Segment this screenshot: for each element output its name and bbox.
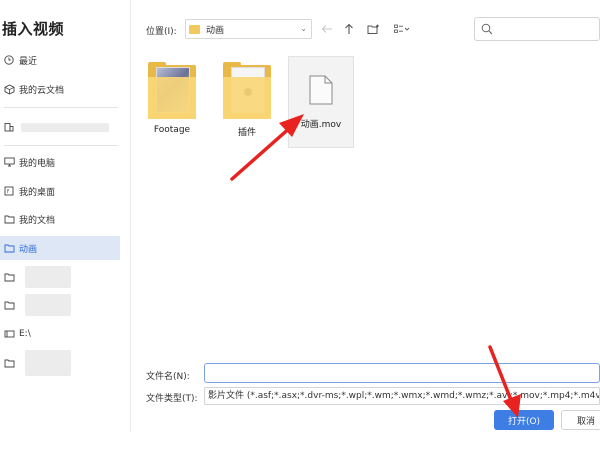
file-item-animation-mov[interactable]: 动画.mov [288,56,354,148]
location-combo[interactable]: 动画 ⌄ [185,19,312,39]
filename-label: 文件名(N): [146,372,190,382]
folder-icon [3,242,15,254]
folder-icon [3,213,15,225]
search-input[interactable] [474,17,600,41]
redacted-block [25,266,71,288]
sidebar-item-drive-e[interactable]: E:\ [0,322,120,346]
folder-icon [3,299,15,311]
filetype-select[interactable]: 影片文件 (*.asf;*.asx;*.dvr-ms;*.wpl;*.wm;*.… [204,387,600,405]
cancel-button[interactable]: 取消 [561,410,600,430]
sidebar-item-recent[interactable]: 最近 [0,48,120,72]
sidebar-item-folder-a[interactable] [0,265,120,289]
view-menu-button[interactable] [390,20,414,38]
sidebar-item-folder-c[interactable] [0,350,120,376]
monitor-icon [3,156,15,168]
up-button[interactable] [340,20,358,38]
document-icon [309,75,333,105]
folder-icon [3,271,15,283]
sidebar-item-label: 动画 [19,244,38,255]
folder-image-icon [148,62,196,119]
sidebar-item-label: 最近 [19,56,38,67]
redacted-block [25,294,71,316]
sidebar-item-label: 我的云文档 [19,85,65,96]
sidebar-item-animation[interactable]: 动画 [0,236,120,260]
chevron-down-icon: ⌄ [300,24,307,33]
sidebar-item-folder-b[interactable] [0,293,120,317]
drive-icon [3,328,15,340]
sidebar-item-label: 我的电脑 [19,158,56,169]
file-name: 动画.mov [300,120,342,130]
arrow-left-icon [321,25,332,33]
filename-input[interactable] [204,363,600,383]
open-button[interactable]: 打开(O) [494,410,554,430]
folder-document-icon [223,62,271,119]
sidebar-divider [4,107,118,108]
sidebar-item-label: 我的桌面 [19,187,56,198]
file-name: Footage [153,125,191,135]
sidebar-item-my-computer[interactable]: 我的电脑 [0,150,120,174]
location-value: 动画 [206,25,225,36]
folder-icon [3,357,15,369]
cloud-box-icon [3,83,15,95]
sidebar-item-documents[interactable]: 我的文档 [0,207,120,231]
file-item-plugins[interactable]: 插件 [214,56,280,148]
redacted-block [21,122,109,132]
arrow-up-icon [345,23,353,34]
new-folder-button[interactable] [364,20,382,38]
building-icon [3,121,15,133]
desktop-icon [3,185,15,197]
sidebar-item-label: E:\ [19,329,31,339]
back-button[interactable] [318,20,336,38]
file-item-footage[interactable]: Footage [139,56,205,148]
filetype-label: 文件类型(T): [146,394,198,404]
redacted-block [25,350,71,376]
new-folder-icon [367,24,379,34]
sidebar-item-cloud-docs[interactable]: 我的云文档 [0,77,120,101]
folder-icon [189,24,200,34]
sidebar-item-account[interactable] [0,115,120,139]
dialog-title: 插入视频 [2,20,65,38]
file-name: 插件 [237,128,256,138]
sidebar-item-label: 我的文档 [19,215,56,226]
clock-icon [3,54,15,66]
search-icon [481,23,493,35]
sidebar: 插入视频 最近 我的云文档 我的电脑 我的桌面 我的文档 动画 E:\ [0,0,131,432]
list-view-icon [394,24,410,33]
sidebar-item-desktop[interactable]: 我的桌面 [0,179,120,203]
location-label: 位置(I): [146,27,177,37]
sidebar-divider [4,145,118,146]
